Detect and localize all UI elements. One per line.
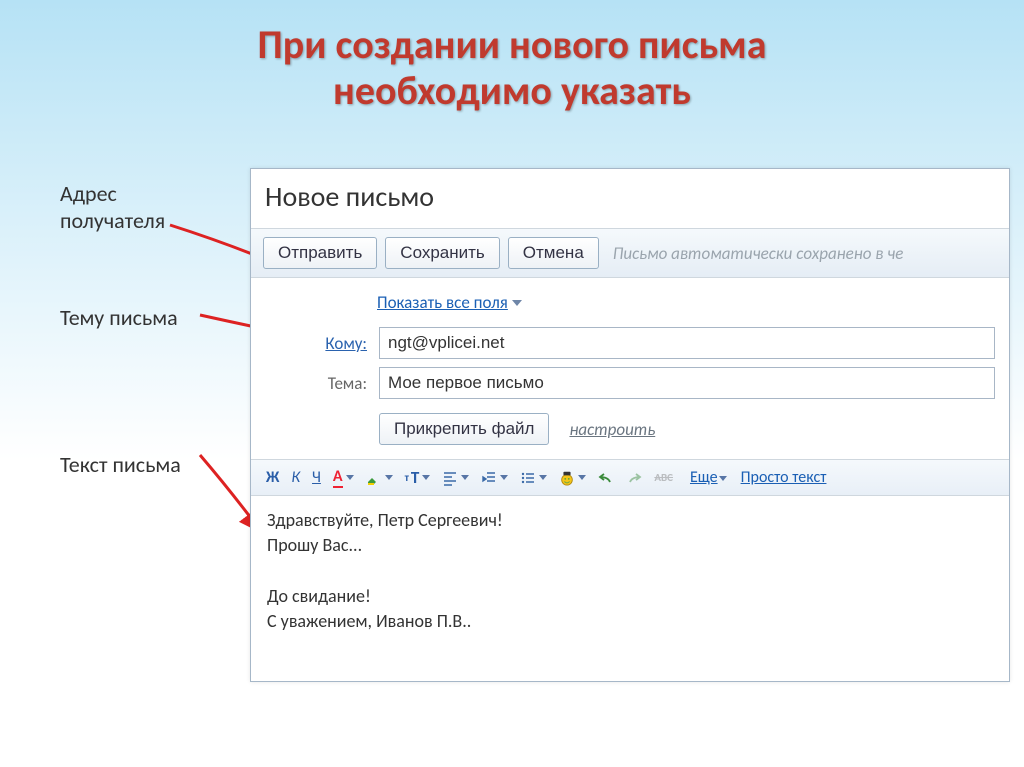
toolbar: Отправить Сохранить Отмена Письмо автома… (251, 228, 1009, 278)
more-label: Еще (690, 468, 718, 487)
save-button[interactable]: Сохранить (385, 237, 499, 269)
align-button[interactable] (439, 468, 472, 488)
more-link[interactable]: Еще (690, 468, 727, 487)
subject-label: Тема: (311, 373, 367, 394)
subject-input[interactable] (379, 367, 995, 399)
label-body: Текст письма (60, 451, 181, 478)
attach-row: Прикрепить файл настроить (379, 413, 995, 445)
font-color-button[interactable]: A (330, 465, 357, 490)
to-input[interactable] (379, 327, 995, 359)
underline-button[interactable]: Ч (309, 466, 324, 489)
fields-area: Показать все поля Кому: Тема: Прикрепить… (251, 278, 1009, 459)
italic-button[interactable]: К (288, 466, 303, 489)
to-row: Кому: (311, 327, 995, 359)
strike-button[interactable]: ABC (651, 469, 676, 486)
slide-title: При создании нового письма необходимо ук… (0, 0, 1024, 114)
to-label[interactable]: Кому: (311, 333, 367, 354)
annotation-labels: Адрес получателя Тему письма Текст письм… (60, 180, 181, 526)
configure-link[interactable]: настроить (569, 419, 655, 440)
subject-row: Тема: (311, 367, 995, 399)
autosave-status: Письмо автоматически сохранено в че (613, 243, 904, 264)
cancel-button[interactable]: Отмена (508, 237, 599, 269)
bold-button[interactable]: Ж (263, 466, 282, 489)
label-address: Адрес получателя (60, 180, 181, 234)
show-all-fields-link[interactable]: Показать все поля (377, 292, 522, 313)
plain-text-link[interactable]: Просто текст (741, 468, 827, 487)
indent-button[interactable] (478, 468, 511, 488)
send-button[interactable]: Отправить (263, 237, 377, 269)
highlight-button[interactable] (363, 468, 396, 488)
emoji-button[interactable] (556, 468, 589, 488)
format-toolbar: Ж К Ч A тT ABC Еще (251, 459, 1009, 496)
redo-button[interactable] (623, 468, 645, 488)
message-body[interactable]: Здравствуйте, Петр Сергеевич! Прошу Вас.… (251, 496, 1009, 646)
undo-button[interactable] (595, 468, 617, 488)
list-button[interactable] (517, 468, 550, 488)
attach-button[interactable]: Прикрепить файл (379, 413, 549, 445)
font-size-button[interactable]: тT (402, 465, 434, 490)
label-subject: Тему письма (60, 304, 181, 331)
show-all-fields-label: Показать все поля (377, 292, 508, 313)
window-title: Новое письмо (251, 169, 1009, 228)
chevron-down-icon (512, 300, 522, 306)
compose-window: Новое письмо Отправить Сохранить Отмена … (250, 168, 1010, 682)
